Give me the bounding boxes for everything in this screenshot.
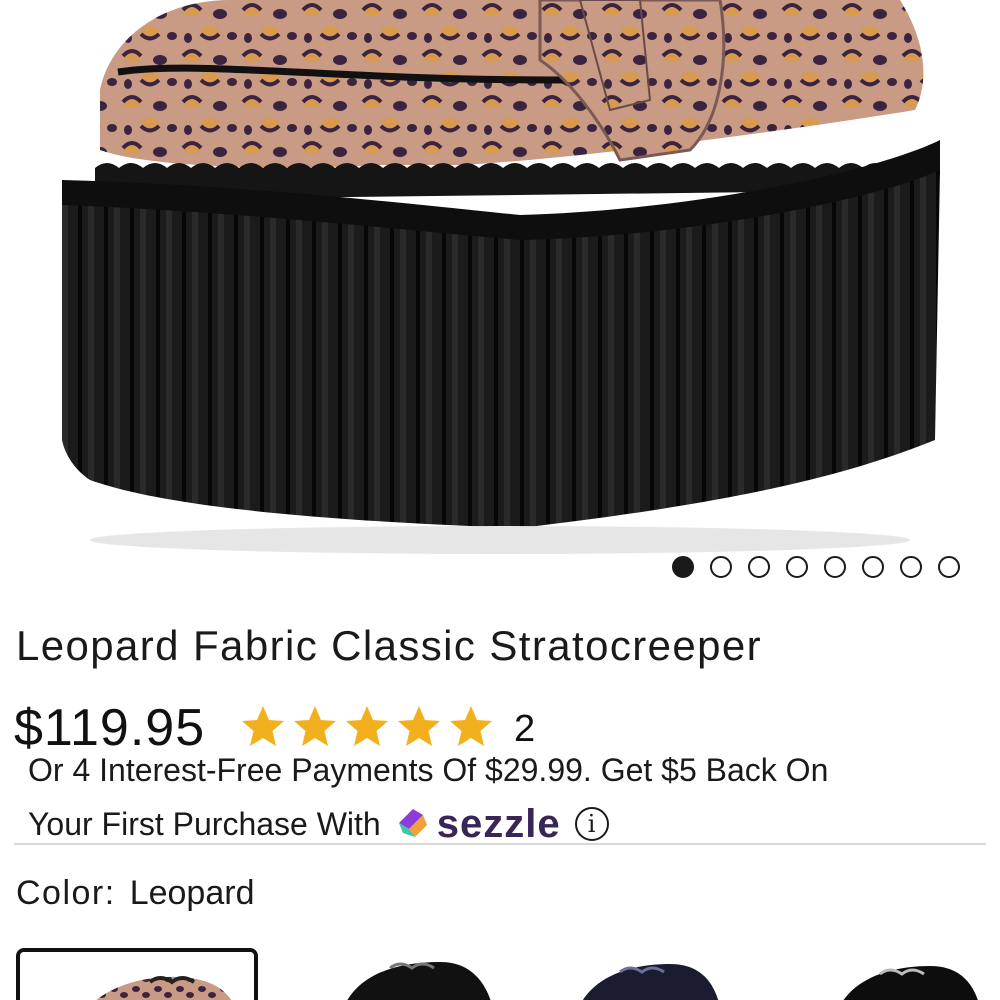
- swatch-navy[interactable]: [560, 948, 730, 1000]
- installment-text-prefix: Your First Purchase With: [28, 805, 381, 842]
- star-icon: [398, 706, 440, 746]
- color-selector-label: Color: Leopard: [16, 874, 254, 913]
- product-title: Leopard Fabric Classic Stratocreeper: [16, 622, 763, 669]
- color-label: Color:: [16, 874, 116, 912]
- color-value: Leopard: [129, 874, 255, 912]
- sezzle-logo[interactable]: sezzle: [393, 804, 561, 844]
- product-image[interactable]: [0, 0, 1000, 600]
- carousel-dot-5[interactable]: [824, 556, 846, 578]
- star-icon: [242, 706, 284, 746]
- swatch-black-image: [347, 962, 491, 1000]
- swatch-navy-image: [582, 964, 719, 1000]
- carousel-dot-1[interactable]: [672, 556, 694, 578]
- swatch-leopard-image: [20, 952, 254, 1000]
- sezzle-wordmark: sezzle: [436, 802, 561, 846]
- product-price: $119.95: [14, 699, 206, 757]
- carousel-dot-7[interactable]: [900, 556, 922, 578]
- star-icon: [450, 706, 492, 746]
- carousel-dot-2[interactable]: [710, 556, 732, 578]
- swatch-black[interactable]: [330, 948, 500, 1000]
- carousel-dots: [672, 556, 960, 578]
- divider: [14, 843, 986, 845]
- swatch-leopard[interactable]: [16, 948, 258, 1000]
- swatch-black-suede-image: [843, 966, 978, 1000]
- installment-text: Or 4 Interest-Free Payments Of $29.99. G…: [28, 752, 829, 788]
- star-rating[interactable]: [240, 704, 494, 750]
- carousel-dot-4[interactable]: [786, 556, 808, 578]
- carousel-dot-6[interactable]: [862, 556, 884, 578]
- star-icon: [346, 706, 388, 746]
- carousel-dot-3[interactable]: [748, 556, 770, 578]
- shoe-illustration: [62, 0, 940, 554]
- swatch-black-suede[interactable]: [820, 948, 990, 1000]
- star-icon: [294, 706, 336, 746]
- review-count[interactable]: 2: [514, 708, 535, 751]
- carousel-dot-8[interactable]: [938, 556, 960, 578]
- sezzle-icon: [398, 809, 427, 837]
- info-icon[interactable]: i: [574, 807, 609, 841]
- installment-text-line2: Your First Purchase With sezzle i: [28, 804, 609, 844]
